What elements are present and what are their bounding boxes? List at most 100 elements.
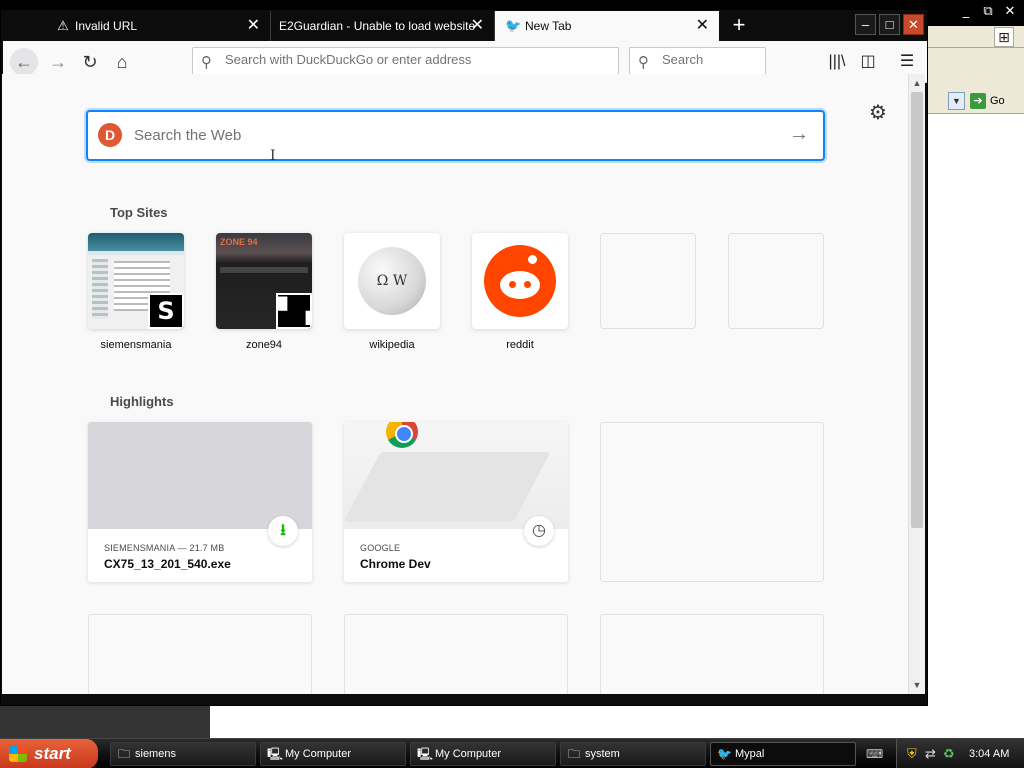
site-label: wikipedia [369, 339, 415, 351]
top-site-wikipedia[interactable]: Ω W wikipedia [344, 233, 440, 351]
site-thumbnail[interactable] [472, 233, 568, 329]
scroll-down-arrow-icon[interactable]: ▼ [909, 677, 925, 693]
highlight-card-empty [600, 422, 824, 582]
highlight-title: Chrome Dev [360, 557, 431, 571]
top-site-empty[interactable] [600, 233, 696, 329]
close-window-button[interactable]: ✕ [903, 14, 924, 35]
minimize-button[interactable]: – [855, 14, 876, 35]
folder-icon: 🗀 [567, 747, 580, 761]
top-site-zone94[interactable]: ZONE 94 ▘▗ zone94 [216, 233, 312, 351]
tab-invalid-url[interactable]: ⚠ Invalid URL ✕ [45, 11, 271, 41]
start-button[interactable]: start [0, 739, 98, 768]
scrollbar-thumb[interactable] [911, 92, 923, 528]
taskbar-item-system[interactable]: 🗀 system [560, 742, 706, 766]
taskbar-item-siemens[interactable]: 🗀 siemens [110, 742, 256, 766]
go-label: Go [990, 95, 1005, 107]
highlight-card-empty [344, 614, 568, 694]
taskbar-item-label: Mypal [735, 748, 765, 760]
web-search-input[interactable] [134, 124, 774, 146]
tab-strip: ⚠ Invalid URL ✕ E2Guardian - Unable to l… [3, 11, 927, 41]
site-label: zone94 [245, 339, 283, 351]
site-favicon: S [148, 293, 184, 329]
wikipedia-globe-icon: Ω W [358, 247, 426, 315]
maximize-button[interactable]: □ [879, 14, 900, 35]
highlight-card-download[interactable]: ⭳ SIEMENSMANIA — 21.7 MB CX75_13_201_540… [88, 422, 312, 582]
mypal-icon: 🐦 [717, 747, 732, 761]
library-icon[interactable]: |||\ [823, 48, 851, 76]
reload-button[interactable]: ↻ [76, 48, 104, 76]
computer-icon: 🖳 [417, 747, 434, 761]
keyboard-icon[interactable]: ⌨ [866, 747, 883, 761]
url-bar[interactable]: ⚲ [192, 47, 619, 76]
search-bar[interactable]: ⚲ [629, 47, 766, 76]
go-arrow-icon: ➔ [970, 93, 986, 110]
computer-icon: 🖳 [267, 747, 284, 761]
taskbar-item-label: siemens [135, 748, 176, 760]
tab-title: E2Guardian - Unable to load website [279, 19, 476, 33]
taskbar-item-my-computer[interactable]: 🖳 My Computer [260, 742, 406, 766]
site-thumbnail[interactable]: S [88, 233, 184, 329]
sidebar-icon[interactable]: ◫ [854, 48, 882, 76]
duckduckgo-icon: D [98, 123, 122, 147]
background-minimize-button[interactable]: _ [956, 3, 976, 21]
vertical-scrollbar[interactable]: ▲ ▼ [908, 74, 925, 694]
forward-button[interactable]: → [44, 48, 72, 76]
app-tray-icon[interactable]: ♻ [943, 746, 955, 762]
empty-tile[interactable] [600, 233, 696, 329]
warning-icon: ⚠ [57, 18, 69, 33]
highlight-meta: GOOGLE [360, 543, 401, 553]
top-sites-title: Top Sites [110, 205, 168, 220]
text-cursor-icon: I [270, 148, 276, 164]
tab-title: New Tab [525, 19, 572, 33]
taskbar-item-my-computer-2[interactable]: 🖳 My Computer [410, 742, 556, 766]
back-button[interactable]: ← [10, 48, 38, 76]
taskbar-item-label: My Computer [285, 748, 352, 760]
highlight-preview [344, 422, 568, 529]
empty-tile[interactable] [728, 233, 824, 329]
search-submit-arrow-icon[interactable]: → [789, 123, 809, 146]
tab-new-tab[interactable]: 🐦 New Tab ✕ [495, 11, 719, 41]
top-site-reddit[interactable]: reddit [472, 233, 568, 351]
site-thumbnail[interactable]: ZONE 94 ▘▗ [216, 233, 312, 329]
network-icon[interactable]: ⇄ [925, 746, 936, 762]
top-site-siemensmania[interactable]: S siemensmania [88, 233, 184, 351]
top-site-empty[interactable] [728, 233, 824, 329]
menu-icon[interactable]: ☰ [893, 48, 921, 76]
new-tab-button[interactable]: + [725, 11, 753, 41]
background-restore-button[interactable]: ⧉ [978, 3, 998, 21]
gear-icon[interactable]: ⚙ [866, 101, 890, 125]
background-go-button[interactable]: ➔ Go [970, 91, 1020, 111]
tab-close-icon[interactable]: ✕ [471, 11, 484, 41]
site-thumbnail[interactable]: Ω W [344, 233, 440, 329]
web-search-box[interactable]: D → [86, 110, 825, 161]
site-label: reddit [506, 339, 534, 351]
background-close-button[interactable]: ✕ [1000, 3, 1020, 21]
highlights-title: Highlights [110, 394, 174, 409]
tab-e2guardian[interactable]: E2Guardian - Unable to load website ✕ [271, 11, 495, 41]
search-icon: ⚲ [201, 54, 212, 71]
windows-logo-icon: ⊞ [994, 27, 1014, 47]
security-shield-icon[interactable]: ⛨ [907, 746, 917, 762]
site-favicon: ▘▗ [276, 293, 312, 329]
url-input[interactable] [225, 52, 605, 67]
home-button[interactable]: ⌂ [108, 48, 136, 76]
background-window-strip [0, 706, 210, 738]
highlight-meta: SIEMENSMANIA — 21.7 MB [104, 543, 225, 553]
history-icon: ◷ [524, 516, 554, 546]
search-input[interactable] [662, 52, 757, 67]
search-icon: ⚲ [638, 54, 649, 71]
site-label: siemensmania [100, 339, 172, 351]
mypal-icon: 🐦 [505, 18, 522, 33]
taskbar-item-label: system [585, 748, 620, 760]
scroll-up-arrow-icon[interactable]: ▲ [909, 75, 925, 91]
background-address-dropdown[interactable]: ▼ [948, 92, 965, 110]
new-tab-page: D → I ⚙ Top Sites S siemensmania ZONE 94… [2, 74, 908, 694]
highlight-card-chrome-dev[interactable]: ◷ GOOGLE Chrome Dev [344, 422, 568, 582]
system-tray: ⛨ ⇄ ♻ 3:04 AM [896, 739, 1024, 768]
tab-title: Invalid URL [75, 19, 138, 33]
tab-close-icon[interactable]: ✕ [247, 11, 260, 41]
start-label: start [34, 744, 71, 763]
windows-logo-icon [9, 746, 27, 762]
taskbar-item-mypal[interactable]: 🐦 Mypal [710, 742, 856, 766]
tab-close-icon[interactable]: ✕ [696, 11, 709, 41]
